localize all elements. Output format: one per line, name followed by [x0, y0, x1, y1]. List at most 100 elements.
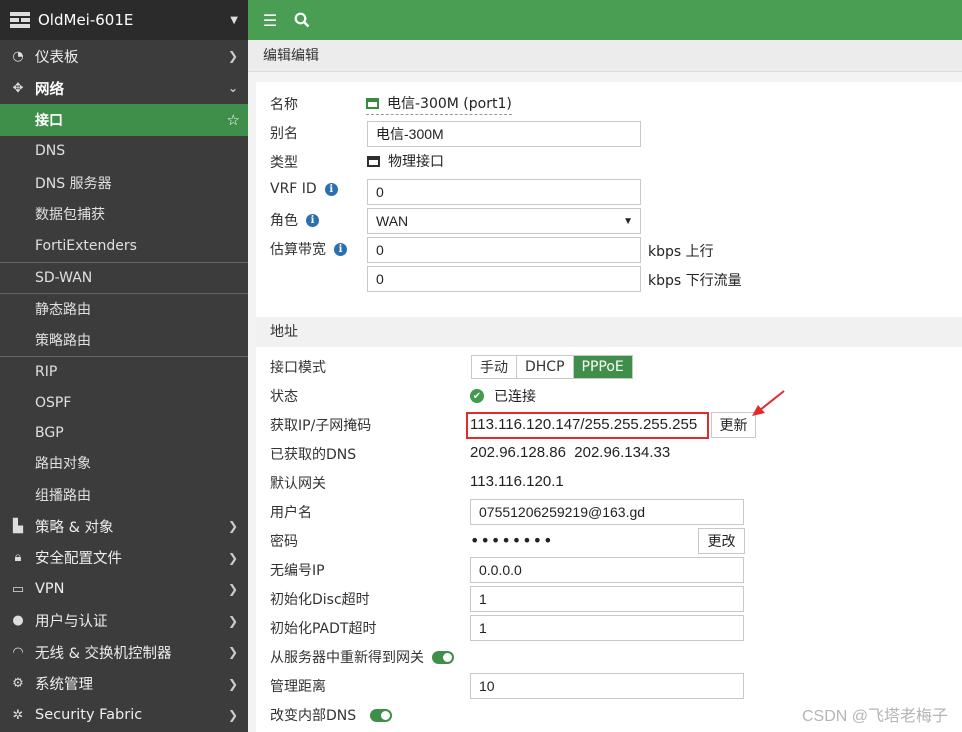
sidebar-sub-fortiextenders[interactable]: FortiExtenders: [0, 230, 248, 262]
sidebar-item-user-auth[interactable]: ● 用户与认证 ❯: [0, 605, 248, 637]
sidebar-sub-interfaces[interactable]: 接口 ☆: [0, 104, 248, 136]
vrf-label: VRF ID: [270, 181, 317, 197]
mode-dhcp-button[interactable]: DHCP: [517, 356, 574, 378]
unnumbered-ip-input[interactable]: 0.0.0.0: [470, 557, 744, 583]
sidebar-sub-dns-server[interactable]: DNS 服务器: [0, 167, 248, 199]
status-row: 状态: [270, 386, 298, 406]
policy-icon: ▙: [13, 518, 23, 534]
search-icon[interactable]: [292, 10, 312, 30]
addressing-mode-toggle: 手动 DHCP PPPoE: [471, 355, 633, 379]
dashboard-icon: ◔: [12, 48, 24, 64]
dns-text: 202.96.128.86 202.96.134.33: [470, 444, 671, 461]
sidebar-item-security-fabric[interactable]: ✲ Security Fabric ❯: [0, 700, 248, 732]
distance-input[interactable]: 10: [470, 673, 744, 699]
password-value: ••••••••: [470, 531, 554, 550]
sidebar-item-security-profiles[interactable]: 🔒︎ 安全配置文件 ❯: [0, 542, 248, 574]
sidebar-sub-label: 策略路由: [35, 333, 91, 350]
sidebar-item-dashboard[interactable]: ◔ 仪表板 ❯: [0, 40, 248, 72]
sidebar-sub-label: FortiExtenders: [35, 237, 137, 254]
status-value: ✔ 已连接: [470, 386, 536, 406]
top-bar: ☰: [248, 0, 962, 40]
bandwidth-downstream-unit: kbps 下行流量: [648, 270, 742, 290]
fabric-icon: ✲: [12, 707, 24, 723]
role-row: 角色 i: [270, 210, 319, 230]
star-icon[interactable]: ☆: [227, 111, 240, 129]
sidebar-item-label: 策略 & 对象: [35, 519, 114, 536]
gateway-label: 默认网关: [270, 476, 326, 492]
info-icon[interactable]: i: [306, 213, 319, 227]
sidebar-item-network[interactable]: ✥ 网络 ⌄: [0, 72, 248, 104]
sidebar-item-policy-objects[interactable]: ▙ 策略 & 对象 ❯: [0, 511, 248, 543]
dns-row: 已获取的DNS: [270, 444, 356, 464]
sidebar-sub-static-routes[interactable]: 静态路由: [0, 293, 248, 325]
ip-row: 获取IP/子网掩码: [270, 415, 371, 435]
gw-from-server-toggle[interactable]: [432, 650, 454, 664]
type-value: 物理接口: [367, 151, 444, 171]
sidebar-item-vpn[interactable]: ▭ VPN ❯: [0, 574, 248, 606]
sidebar: OldMei-601E ▼ ◔ 仪表板 ❯ ✥ 网络 ⌄ 接口 ☆ DNS DN…: [0, 0, 248, 732]
sidebar-sub-bgp[interactable]: BGP: [0, 418, 248, 448]
chevron-right-icon: ❯: [227, 49, 238, 63]
annotation-arrow-icon: [752, 390, 785, 416]
username-input[interactable]: 07551206259219@163.gd: [470, 499, 744, 525]
sidebar-sub-packet-capture[interactable]: 数据包捕获: [0, 199, 248, 231]
sidebar-item-label: 仪表板: [35, 49, 79, 66]
sidebar-sub-label: SD-WAN: [35, 269, 93, 286]
mode-pppoe-button[interactable]: PPPoE: [573, 356, 632, 378]
ip-value: 113.116.120.147/255.255.255.255: [470, 416, 697, 433]
bandwidth-downstream-input[interactable]: 0: [367, 266, 641, 292]
gateway-value: 113.116.120.1: [470, 473, 564, 490]
info-icon[interactable]: i: [324, 182, 338, 196]
chevron-right-icon: ❯: [227, 582, 238, 597]
brand-header[interactable]: OldMei-601E ▼: [0, 0, 248, 40]
dns-label: 已获取的DNS: [270, 447, 357, 463]
name-row: 名称: [270, 94, 298, 114]
name-label: 名称: [270, 97, 298, 113]
role-select[interactable]: WAN ▼: [367, 208, 641, 234]
sidebar-item-system[interactable]: ⚙ 系统管理 ❯: [0, 668, 248, 700]
sidebar-item-wifi-switch[interactable]: ◠ 无线 & 交换机控制器 ❯: [0, 637, 248, 669]
info-icon[interactable]: i: [334, 242, 347, 256]
watermark: CSDN @飞塔老梅子: [801, 708, 948, 725]
sidebar-item-label: 系统管理: [35, 677, 93, 694]
alias-row: 别名: [270, 123, 298, 143]
sidebar-sub-policy-routes[interactable]: 策略路由: [0, 325, 248, 357]
unit-text: kbps 上行: [648, 244, 714, 260]
type-label: 类型: [270, 155, 298, 171]
chevron-right-icon: ❯: [227, 613, 238, 628]
brand-title: OldMei-601E: [38, 11, 134, 29]
mode-label: 接口模式: [270, 360, 326, 376]
sidebar-sub-ospf[interactable]: OSPF: [0, 388, 248, 418]
sidebar-sub-multicast[interactable]: 组播路由: [0, 479, 248, 511]
unit-text: kbps 下行流量: [648, 273, 742, 289]
distance-label: 管理距离: [270, 679, 326, 695]
bandwidth-upstream-input[interactable]: 0: [367, 237, 641, 263]
vrf-row: VRF ID i: [270, 181, 338, 197]
bandwidth-upstream-unit: kbps 上行: [648, 241, 714, 261]
sidebar-item-label: 安全配置文件: [35, 551, 122, 568]
sidebar-item-label: 网络: [35, 81, 64, 98]
status-text: 已连接: [494, 389, 536, 405]
sidebar-item-label: 用户与认证: [35, 614, 108, 631]
disc-timeout-row: 初始化Disc超时: [270, 589, 370, 609]
sidebar-sub-label: OSPF: [35, 394, 72, 411]
disc-timeout-input[interactable]: 1: [470, 586, 744, 612]
sidebar-item-label: 无线 & 交换机控制器: [35, 645, 172, 662]
role-selected-value: WAN: [376, 213, 409, 229]
unnumbered-ip-row: 无编号IP: [270, 560, 325, 580]
override-dns-toggle[interactable]: [370, 708, 393, 722]
sidebar-sub-sdwan[interactable]: SD-WAN: [0, 261, 248, 294]
sidebar-sub-label: 静态路由: [35, 302, 91, 319]
ip-label: 获取IP/子网掩码: [270, 418, 372, 434]
padt-timeout-input[interactable]: 1: [470, 615, 744, 641]
sidebar-sub-dns[interactable]: DNS: [0, 136, 248, 168]
alias-input[interactable]: 电信-300M: [367, 121, 641, 147]
mode-manual-button[interactable]: 手动: [472, 356, 517, 378]
change-password-button[interactable]: 更改: [698, 528, 745, 554]
vrf-id-input[interactable]: 0: [367, 179, 641, 205]
menu-icon[interactable]: ☰: [260, 10, 280, 30]
password-mask: ••••••••: [470, 531, 554, 550]
sidebar-sub-routing-objects[interactable]: 路由对象: [0, 448, 248, 480]
override-dns-label: 改变内部DNS: [270, 708, 357, 724]
sidebar-sub-rip[interactable]: RIP: [0, 356, 248, 388]
